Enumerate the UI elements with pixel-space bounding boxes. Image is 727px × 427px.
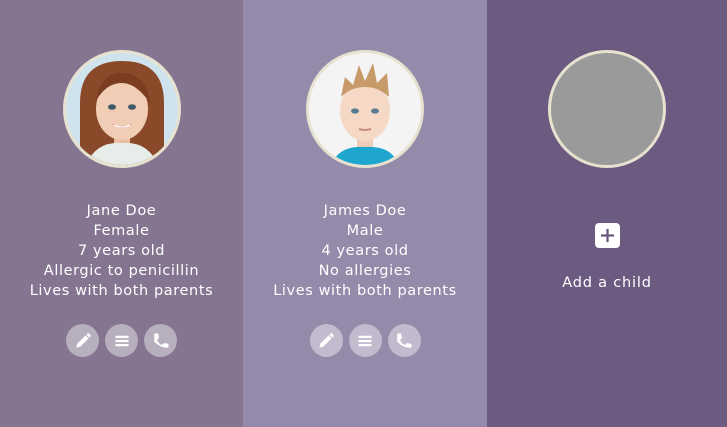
plus-icon [600,228,615,243]
edit-button[interactable] [309,324,343,357]
child-info: Jane Doe Female 7 years old Allergic to … [0,201,243,301]
add-child-label[interactable]: Add a child [487,275,727,291]
child-gender: Female [93,223,150,239]
child-avatar-james[interactable] [306,50,424,168]
child-name: Jane Doe [86,203,157,219]
child-actions [0,324,243,357]
child-living: Lives with both parents [29,283,214,299]
girl-photo [65,53,178,165]
child-card-jane: Jane Doe Female 7 years old Allergic to … [0,0,243,427]
edit-button[interactable] [66,324,99,357]
child-allergies: Allergic to penicillin [43,263,200,279]
list-icon [358,335,372,346]
call-button[interactable] [144,324,177,357]
child-card-james: James Doe Male 4 years old No allergies … [243,0,487,427]
details-button[interactable] [348,324,382,357]
child-living: Lives with both parents [273,283,457,299]
details-button[interactable] [105,324,138,357]
pencil-icon [319,332,334,348]
children-panels: Jane Doe Female 7 years old Allergic to … [0,0,727,427]
pencil-icon [75,332,91,348]
list-icon [114,335,129,346]
child-gender: Male [346,223,384,239]
boy-photo [309,53,421,165]
call-button[interactable] [387,324,421,357]
child-age: 7 years old [77,243,166,259]
child-name: James Doe [323,203,407,219]
child-age: 4 years old [321,243,409,259]
phone-icon [397,333,412,348]
child-allergies: No allergies [318,263,412,279]
child-info: James Doe Male 4 years old No allergies … [243,201,487,301]
child-actions [243,324,487,357]
phone-icon [153,333,168,348]
child-avatar-jane[interactable] [62,50,181,168]
placeholder-avatar [548,50,666,168]
add-child-card[interactable]: Add a child [487,0,727,427]
add-child-button[interactable] [595,223,620,248]
